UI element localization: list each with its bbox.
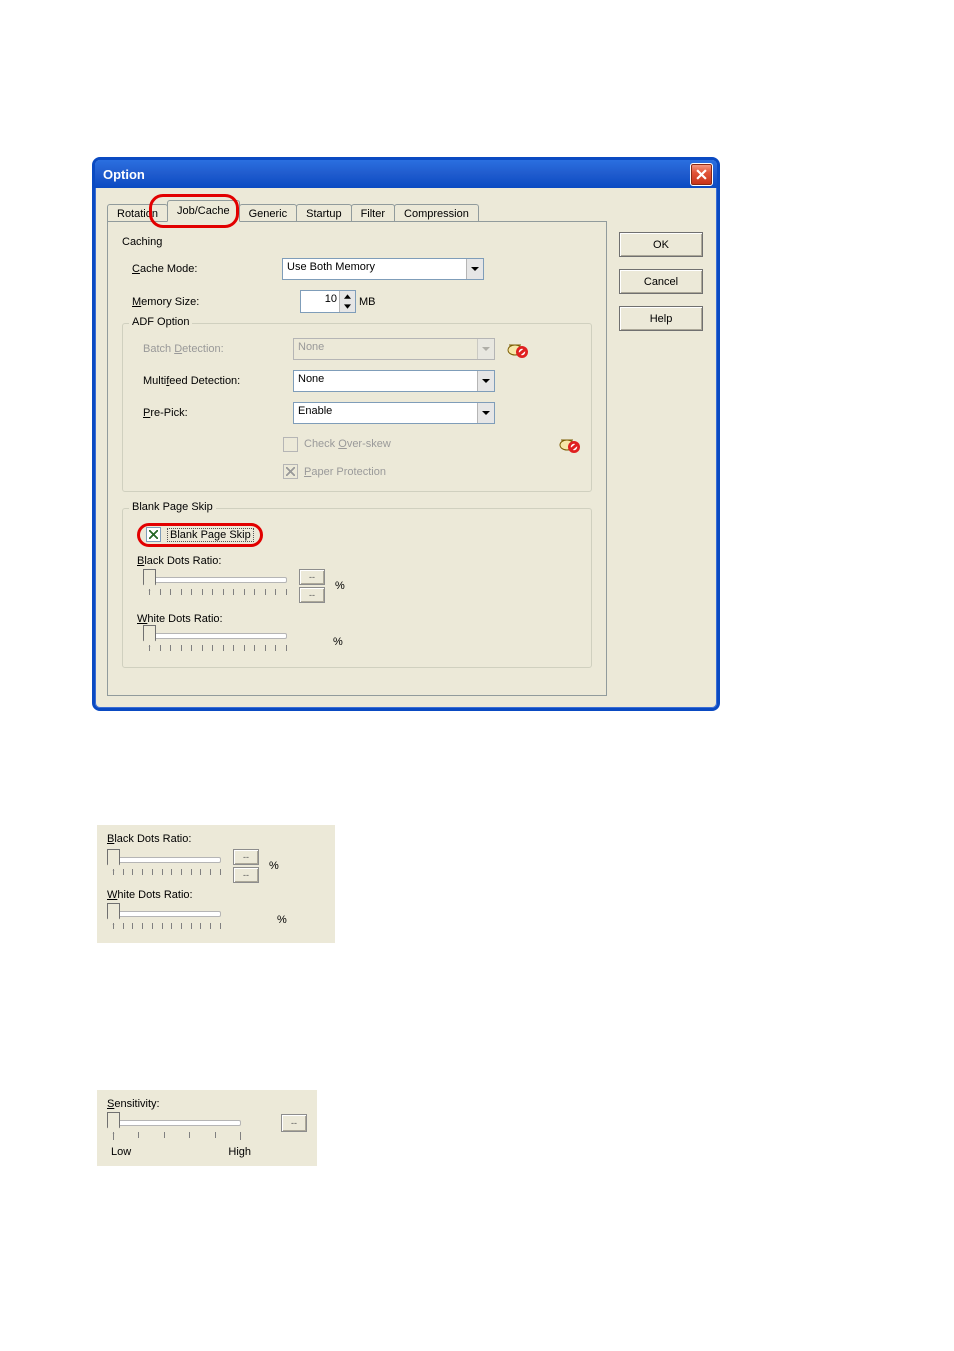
- close-button[interactable]: [690, 163, 713, 186]
- blank-page-skip-checkbox[interactable]: Blank Page Skip: [146, 527, 254, 542]
- tab-strip: Rotation Job/Cache Generic Startup Filte…: [107, 200, 705, 222]
- memory-size-spin[interactable]: 10: [300, 290, 356, 313]
- blank-page-skip-checkbox-label: Blank Page Skip: [167, 528, 254, 542]
- caching-legend: Caching: [122, 236, 162, 248]
- close-icon: [696, 169, 707, 180]
- dropdown-arrow-icon: [477, 339, 494, 359]
- white-dots-ratio-slider[interactable]: [107, 905, 227, 935]
- dropdown-arrow-icon[interactable]: [477, 403, 494, 423]
- sensitivity-slider[interactable]: [107, 1114, 247, 1144]
- window-title: Option: [103, 167, 145, 182]
- black-ratio-step-up[interactable]: --: [233, 849, 259, 865]
- check-overskew-checkbox: Check Over-skew: [283, 437, 391, 452]
- multifeed-detection-value: None: [294, 371, 477, 391]
- cache-mode-combo[interactable]: Use Both Memory: [282, 258, 484, 280]
- multifeed-detection-combo[interactable]: None: [293, 370, 495, 392]
- memory-size-value[interactable]: 10: [301, 291, 339, 312]
- white-dots-ratio-label: White Dots Ratio:: [137, 613, 581, 625]
- percent-label: %: [269, 860, 279, 872]
- sensitivity-low-label: Low: [111, 1146, 131, 1158]
- cancel-button[interactable]: Cancel: [619, 269, 703, 294]
- batch-detection-value: None: [294, 339, 477, 359]
- multifeed-detection-label: Multifeed Detection:: [133, 375, 293, 387]
- blank-page-skip-group: Blank Page Skip Blank Page Skip Black Do…: [122, 508, 592, 668]
- sensitivity-label: Sensitivity:: [107, 1098, 160, 1110]
- black-ratio-step-down[interactable]: --: [233, 867, 259, 883]
- cache-mode-value: Use Both Memory: [283, 259, 466, 279]
- prohibit-icon: [505, 339, 529, 359]
- percent-label: %: [335, 580, 345, 592]
- snippet-dots-ratio: Black Dots Ratio: -- -- % White Dots Rat…: [97, 825, 335, 943]
- blank-page-skip-legend: Blank Page Skip: [129, 501, 216, 513]
- sensitivity-high-label: High: [228, 1146, 251, 1158]
- prepick-label: Pre-Pick:: [133, 407, 293, 419]
- ok-button[interactable]: OK: [619, 232, 703, 257]
- black-dots-ratio-label: Black Dots Ratio:: [137, 555, 581, 567]
- dropdown-arrow-icon[interactable]: [466, 259, 483, 279]
- option-dialog: Option Rotation Job/Cache Generic Startu…: [92, 157, 720, 711]
- prohibit-icon: [557, 434, 581, 454]
- memory-size-label: Memory Size:: [122, 296, 282, 308]
- percent-label: %: [277, 914, 287, 926]
- black-dots-ratio-label: Black Dots Ratio:: [107, 833, 325, 845]
- highlight-blank-page-skip: Blank Page Skip: [137, 523, 263, 547]
- titlebar[interactable]: Option: [95, 160, 717, 188]
- dropdown-arrow-icon[interactable]: [477, 371, 494, 391]
- sensitivity-value-box: --: [281, 1114, 307, 1132]
- paper-protection-checkbox: Paper Protection: [283, 464, 386, 479]
- tab-panel-job-cache: Caching Cache Mode: Use Both Memory Memo…: [107, 221, 607, 696]
- prepick-value: Enable: [294, 403, 477, 423]
- black-dots-ratio-slider[interactable]: [107, 851, 227, 881]
- adf-option-group: ADF Option Batch Detection: None: [122, 323, 592, 492]
- adf-option-legend: ADF Option: [129, 316, 192, 328]
- cache-mode-label: Cache Mode:: [122, 263, 282, 275]
- batch-detection-label: Batch Detection:: [133, 343, 293, 355]
- black-ratio-step-up[interactable]: --: [299, 569, 325, 585]
- tab-job-cache[interactable]: Job/Cache: [167, 200, 240, 222]
- spin-up-icon[interactable]: [340, 291, 355, 302]
- white-dots-ratio-label: White Dots Ratio:: [107, 889, 325, 901]
- black-ratio-step-down[interactable]: --: [299, 587, 325, 603]
- snippet-sensitivity: Sensitivity: Low High --: [97, 1090, 317, 1166]
- help-button[interactable]: Help: [619, 306, 703, 331]
- prepick-combo[interactable]: Enable: [293, 402, 495, 424]
- black-dots-ratio-slider[interactable]: [143, 571, 293, 601]
- batch-detection-combo: None: [293, 338, 495, 360]
- percent-label: %: [333, 636, 343, 648]
- memory-size-suffix: MB: [359, 296, 376, 308]
- spin-down-icon[interactable]: [340, 302, 355, 313]
- white-dots-ratio-slider[interactable]: [143, 627, 293, 657]
